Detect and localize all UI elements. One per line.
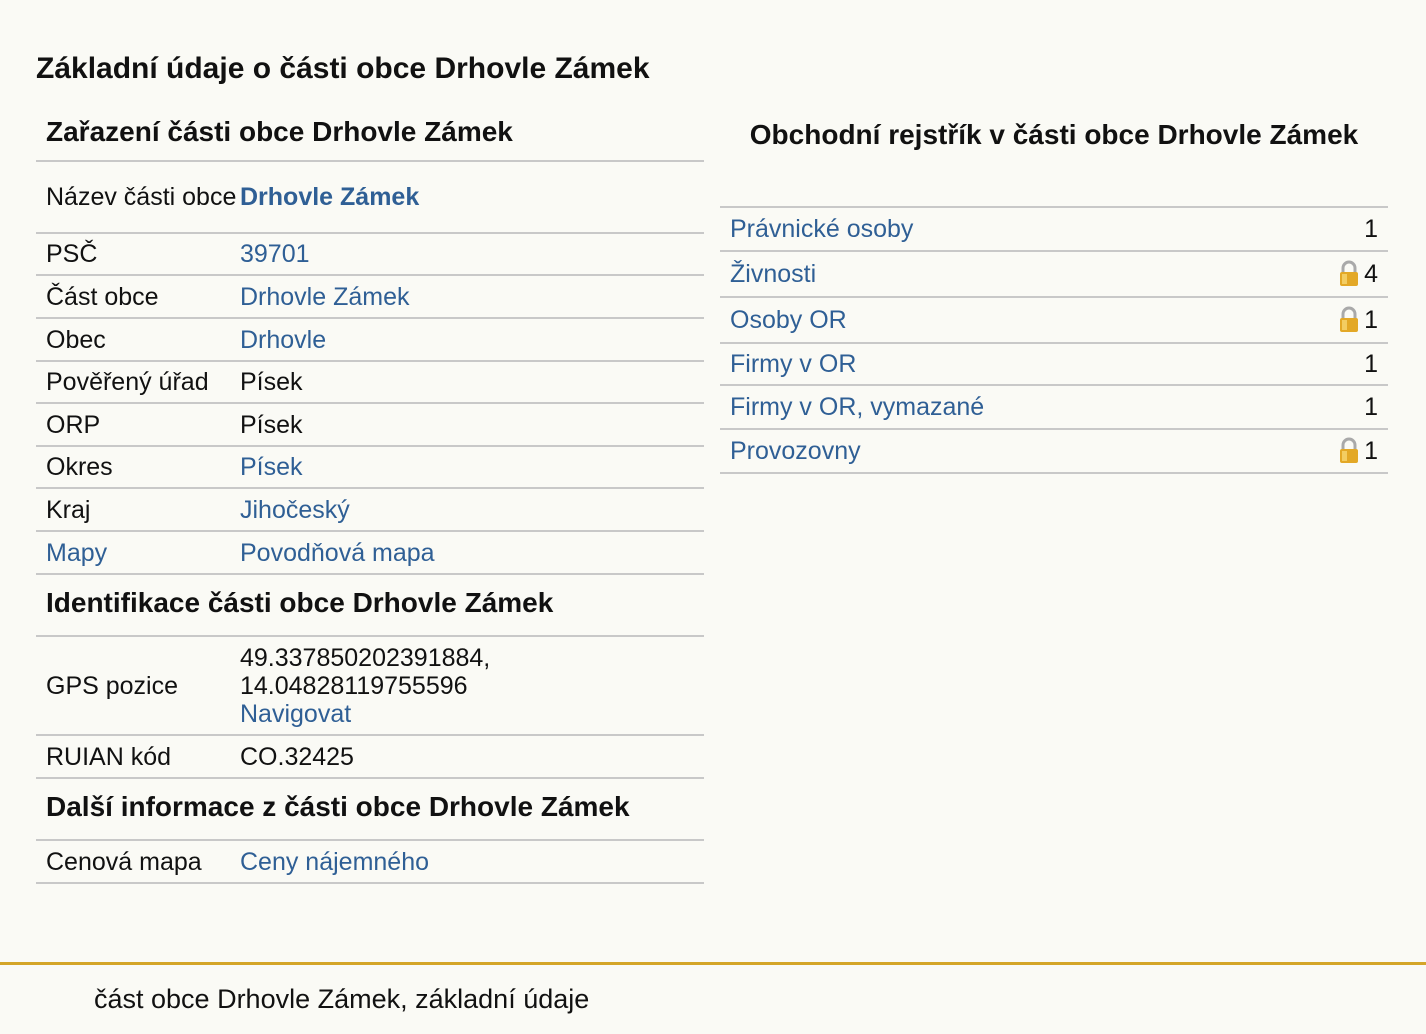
list-item: Firmy v OR, vymazané 1 (720, 386, 1388, 430)
provozovny-link[interactable]: Provozovny (730, 437, 861, 466)
count: 1 (1364, 436, 1378, 465)
dalsi-heading: Další informace z části obce Drhovle Zám… (36, 779, 704, 841)
gps-latitude: 49.337850202391884, (240, 643, 491, 672)
cast-obce-link[interactable]: Drhovle Zámek (240, 283, 410, 311)
lock-icon (1340, 260, 1359, 286)
right-column: Obchodní rejstřík v části obce Drhovle Z… (720, 110, 1388, 474)
table-row: Obec Drhovle (36, 319, 704, 362)
okres-link[interactable]: Písek (240, 453, 303, 481)
table-row: PSČ 39701 (36, 234, 704, 276)
table-row: RUIAN kód CO.32425 (36, 736, 704, 779)
table-row: GPS pozice 49.337850202391884, 14.048281… (36, 637, 704, 736)
kraj-link[interactable]: Jihočeský (240, 496, 350, 524)
mapy-link[interactable]: Mapy (46, 539, 107, 567)
obec-link[interactable]: Drhovle (240, 326, 326, 354)
row-label: Cenová mapa (46, 847, 202, 876)
firmy-v-or-link[interactable]: Firmy v OR (730, 350, 856, 379)
row-label: PSČ (46, 240, 98, 268)
row-label: GPS pozice (46, 671, 179, 700)
left-column: Zařazení části obce Drhovle Zámek Název … (36, 110, 704, 884)
row-label: Pověřený úřad (46, 368, 209, 396)
osoby-or-link[interactable]: Osoby OR (730, 306, 847, 335)
ruian-code: CO.32425 (240, 742, 354, 771)
row-label: ORP (46, 410, 101, 439)
list-item: Provozovny 1 (720, 430, 1388, 474)
table-row: Cenová mapa Ceny nájemného (36, 841, 704, 884)
table-row: Mapy Povodňová mapa (36, 532, 704, 575)
count: 1 (1364, 214, 1378, 243)
table-row: Pověřený úřad Písek (36, 362, 704, 404)
lock-icon (1340, 306, 1359, 332)
row-label: RUIAN kód (46, 742, 172, 771)
footer-divider (0, 962, 1426, 965)
table-row: Okres Písek (36, 447, 704, 489)
row-value: Písek (240, 410, 303, 439)
gps-longitude: 14.04828119755596 (240, 671, 468, 700)
count: 1 (1364, 392, 1378, 421)
count: 1 (1364, 305, 1378, 334)
zarazeni-heading: Zařazení části obce Drhovle Zámek (36, 110, 704, 162)
footer-text: část obce Drhovle Zámek, základní údaje (94, 984, 590, 1014)
table-row: ORP Písek (36, 404, 704, 447)
lock-icon (1340, 437, 1359, 463)
povodnova-mapa-link[interactable]: Povodňová mapa (240, 539, 435, 567)
row-label: Okres (46, 453, 113, 481)
table-row: Část obce Drhovle Zámek (36, 276, 704, 319)
table-row: Kraj Jihočeský (36, 489, 704, 532)
row-label: Obec (46, 325, 106, 354)
part-name-link[interactable]: Drhovle Zámek (240, 183, 419, 211)
zivnosti-link[interactable]: Živnosti (730, 260, 816, 289)
obchodni-rejstrik-heading: Obchodní rejstřík v části obce Drhovle Z… (720, 110, 1388, 208)
list-item: Firmy v OR 1 (720, 344, 1388, 386)
list-item: Osoby OR 1 (720, 298, 1388, 344)
page-title: Základní údaje o části obce Drhovle Záme… (36, 52, 650, 85)
count: 1 (1364, 349, 1378, 378)
row-label: Kraj (46, 495, 91, 524)
navigate-link[interactable]: Navigovat (240, 700, 351, 728)
table-row: Název části obce Drhovle Zámek (36, 162, 704, 234)
firmy-v-or-vymazane-link[interactable]: Firmy v OR, vymazané (730, 393, 984, 422)
row-label: Část obce (46, 282, 159, 311)
ceny-najemneho-link[interactable]: Ceny nájemného (240, 848, 429, 876)
pravnicke-osoby-link[interactable]: Právnické osoby (730, 215, 913, 244)
psc-link[interactable]: 39701 (240, 240, 310, 268)
list-item: Právnické osoby 1 (720, 208, 1388, 252)
identifikace-heading: Identifikace části obce Drhovle Zámek (36, 575, 704, 637)
row-label: Název části obce (46, 183, 237, 211)
row-value: Písek (240, 368, 303, 396)
count: 4 (1364, 259, 1378, 288)
list-item: Živnosti 4 (720, 252, 1388, 298)
